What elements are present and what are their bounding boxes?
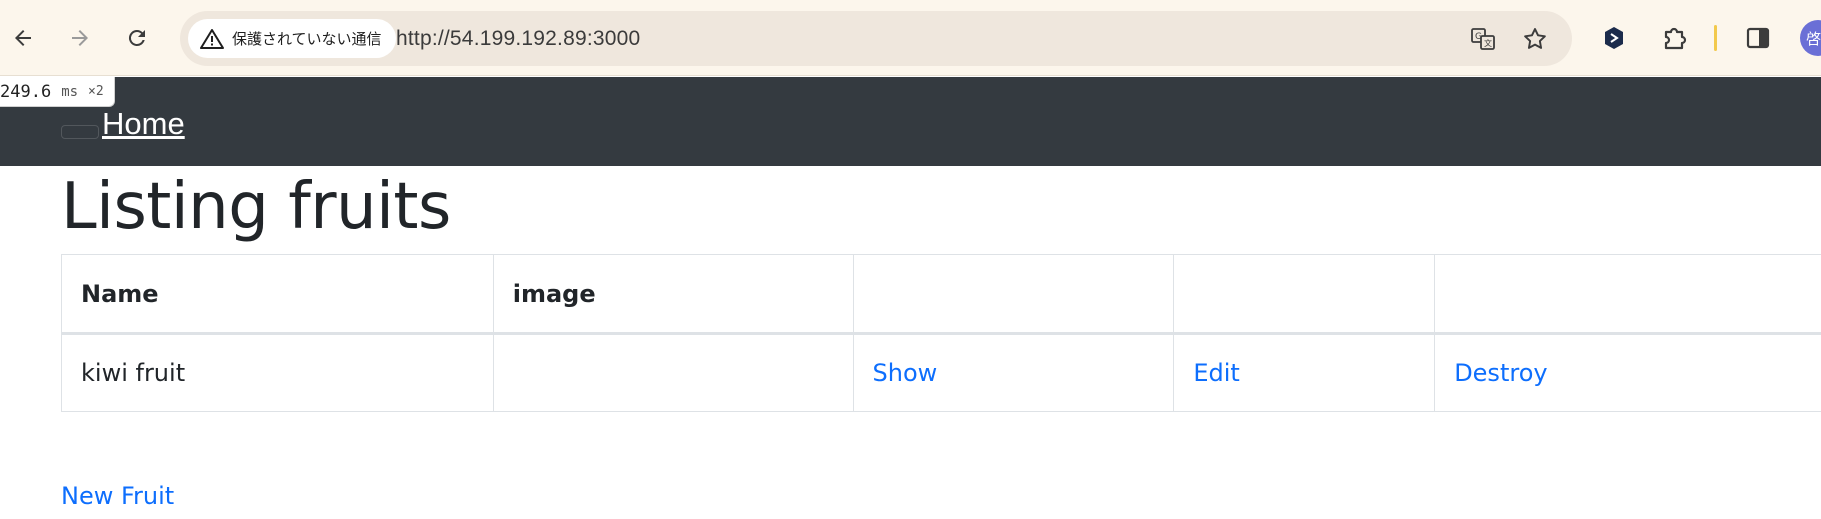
browser-toolbar: 保護されていない通信 http://54.199.192.89:3000 G文 …: [0, 0, 1821, 76]
url-text[interactable]: http://54.199.192.89:3000: [396, 27, 640, 51]
translate-button[interactable]: G文: [1468, 24, 1498, 54]
cell-edit: Edit: [1173, 333, 1436, 412]
back-button[interactable]: [3, 18, 43, 58]
column-header-edit: [1173, 254, 1436, 335]
toolbar-divider: [1714, 25, 1717, 51]
security-chip[interactable]: 保護されていない通信: [188, 19, 396, 58]
page-title: Listing fruits: [61, 170, 451, 244]
extension-shield-icon: [1605, 27, 1623, 49]
arrow-right-icon: [72, 30, 88, 46]
column-header-name: Name: [61, 254, 494, 335]
table-row: kiwi fruit Show Edit Destroy: [61, 333, 1821, 412]
perf-unit: ms: [61, 83, 79, 100]
cell-image: [492, 333, 854, 412]
cell-show: Show: [852, 333, 1175, 412]
star-icon: [1524, 28, 1546, 49]
performance-badge[interactable]: 249.6 ms ×2: [0, 77, 115, 107]
side-panel-icon: [1746, 27, 1770, 49]
navbar-brand-home[interactable]: Home: [102, 106, 185, 142]
column-header-image: image: [492, 254, 854, 335]
table-header-row: Name image: [61, 254, 1821, 335]
translate-icon: G文: [1471, 28, 1495, 50]
warning-icon: [200, 28, 224, 49]
profile-avatar[interactable]: 啓太: [1800, 20, 1821, 56]
address-bar[interactable]: 保護されていない通信 http://54.199.192.89:3000 G文: [180, 11, 1572, 66]
perf-count: ×2: [88, 84, 104, 99]
forward-button[interactable]: [60, 18, 100, 58]
svg-text:文: 文: [1484, 38, 1492, 48]
reload-button[interactable]: [117, 18, 157, 58]
fruits-table: Name image kiwi fruit Show Edit Destroy: [61, 254, 1821, 412]
side-panel-button[interactable]: [1740, 20, 1776, 56]
column-header-show: [852, 254, 1175, 335]
bookmark-button[interactable]: [1520, 24, 1550, 54]
navbar-toggler[interactable]: [61, 125, 99, 139]
puzzle-icon: [1664, 27, 1687, 50]
extensions-menu-button[interactable]: [1656, 20, 1692, 56]
edit-link[interactable]: Edit: [1193, 359, 1239, 387]
security-label: 保護されていない通信: [232, 30, 382, 48]
new-fruit-link[interactable]: New Fruit: [61, 482, 174, 510]
navbar: Home: [0, 77, 1821, 166]
column-header-destroy: [1434, 254, 1821, 335]
destroy-link[interactable]: Destroy: [1454, 359, 1547, 387]
arrow-left-icon: [15, 30, 31, 46]
perf-time: 249.6: [0, 81, 52, 102]
cell-destroy: Destroy: [1434, 333, 1821, 412]
extension-button[interactable]: [1596, 20, 1632, 56]
cell-name: kiwi fruit: [61, 333, 494, 412]
show-link[interactable]: Show: [873, 359, 938, 387]
reload-icon: [128, 29, 145, 46]
svg-text:G: G: [1475, 32, 1482, 42]
